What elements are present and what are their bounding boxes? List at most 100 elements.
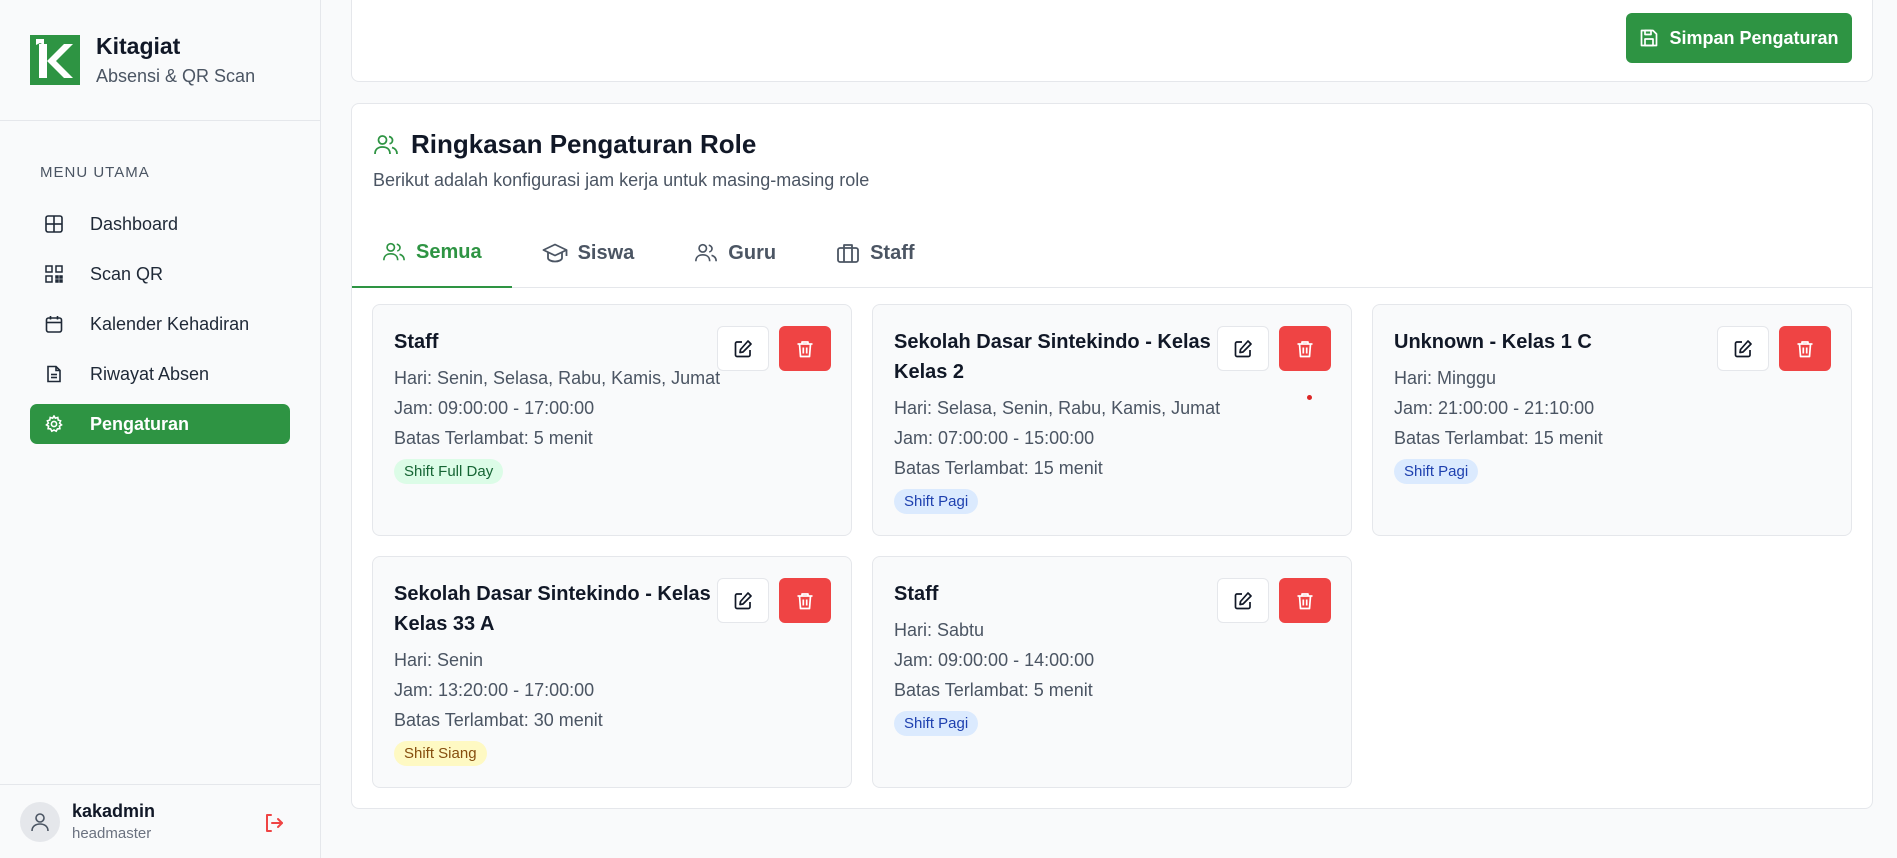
role-title: Sekolah Dasar Sintekindo - Kelas Kelas 2 [894, 331, 1211, 383]
trash-icon [1297, 340, 1313, 357]
sidebar-item-riwayat[interactable]: Riwayat Absen [30, 354, 290, 394]
role-late-limit: Batas Terlambat: 5 menit [394, 428, 593, 448]
role-card: Staff Hari: Sabtu Jam: 09:00:00 - 14:00:… [872, 556, 1352, 788]
shift-badge: Shift Siang [394, 741, 487, 766]
role-hours: Jam: 13:20:00 - 17:00:00 [394, 680, 595, 700]
delete-button[interactable] [1779, 326, 1831, 371]
edit-icon [1234, 591, 1252, 609]
edit-button[interactable] [1217, 578, 1269, 623]
role-hours: Jam: 07:00:00 - 15:00:00 [894, 428, 1095, 448]
document-icon [44, 364, 64, 384]
sidebar-item-pengaturan[interactable]: Pengaturan [30, 404, 290, 444]
sidebar-menu: Dashboard Scan QR Kalender Kehadiran Riw… [30, 204, 290, 454]
tab-siswa[interactable]: Siswa [512, 218, 665, 288]
indicator-dot [1307, 395, 1312, 400]
users-icon [695, 243, 718, 262]
role-days: Hari: Senin [394, 650, 484, 670]
sidebar-item-dashboard[interactable]: Dashboard [30, 204, 290, 244]
brand-subtitle: Absensi & QR Scan [96, 66, 256, 86]
gear-icon [44, 414, 64, 434]
role-hours: Jam: 09:00:00 - 17:00:00 [394, 398, 595, 418]
save-settings-button[interactable]: Simpan Pengaturan [1626, 13, 1852, 63]
sidebar: Kitagiat Absensi & QR Scan MENU UTAMA Da… [0, 0, 321, 858]
role-card: Staff Hari: Senin, Selasa, Rabu, Kamis, … [372, 304, 852, 536]
user-icon [31, 812, 49, 831]
edit-button[interactable] [1717, 326, 1769, 371]
role-details: Hari: Senin, Selasa, Rabu, Kamis, Jumat … [394, 363, 720, 484]
role-hours: Jam: 21:00:00 - 21:10:00 [1394, 398, 1595, 418]
users-icon [383, 242, 405, 261]
role-details: Hari: Minggu Jam: 21:00:00 - 21:10:00 Ba… [1394, 363, 1603, 484]
role-late-limit: Batas Terlambat: 30 menit [394, 710, 603, 730]
delete-button[interactable] [779, 326, 831, 371]
sidebar-item-label: Dashboard [90, 213, 179, 234]
role-hours: Jam: 09:00:00 - 14:00:00 [894, 650, 1095, 670]
calendar-icon [44, 314, 64, 334]
delete-button[interactable] [1279, 326, 1331, 371]
trash-icon [1297, 592, 1313, 609]
brand-logo-icon [30, 35, 80, 85]
brand-name: Kitagiat [96, 33, 181, 59]
user-name: kakadmin [72, 801, 156, 821]
tab-label: Staff [870, 241, 915, 264]
role-days: Hari: Selasa, Senin, Rabu, Kamis, Jumat [894, 398, 1221, 418]
role-days: Hari: Sabtu [894, 620, 985, 640]
role-title: Sekolah Dasar Sintekindo - Kelas Kelas 3… [394, 583, 711, 635]
role-details: Hari: Sabtu Jam: 09:00:00 - 14:00:00 Bat… [894, 615, 1094, 736]
tab-label: Siswa [577, 241, 635, 264]
sidebar-item-kalender[interactable]: Kalender Kehadiran [30, 304, 290, 344]
shift-badge: Shift Pagi [1394, 459, 1479, 484]
sidebar-item-label: Pengaturan [90, 413, 190, 434]
edit-icon [734, 591, 752, 609]
tab-label: Guru [728, 241, 777, 264]
tab-staff[interactable]: Staff [806, 218, 944, 288]
trash-icon [797, 340, 813, 357]
sidebar-item-label: Kalender Kehadiran [90, 313, 250, 334]
role-late-limit: Batas Terlambat: 15 menit [1394, 428, 1603, 448]
card-header: Ringkasan Pengaturan Role [373, 129, 756, 160]
role-late-limit: Batas Terlambat: 15 menit [894, 458, 1103, 478]
delete-button[interactable] [779, 578, 831, 623]
role-title: Staff [394, 331, 439, 353]
tab-label: Semua [416, 240, 482, 263]
edit-button[interactable] [717, 578, 769, 623]
settings-toolbar-card: Simpan Pengaturan [351, 0, 1873, 82]
role-late-limit: Batas Terlambat: 5 menit [894, 680, 1093, 700]
shift-badge: Shift Full Day [394, 459, 504, 484]
card-description: Berikut adalah konfigurasi jam kerja unt… [373, 170, 870, 190]
edit-icon [734, 339, 752, 357]
role-title: Unknown - Kelas 1 C [1394, 331, 1592, 353]
role-card: Sekolah Dasar Sintekindo - Kelas Kelas 3… [372, 556, 852, 788]
avatar[interactable] [20, 801, 60, 842]
edit-icon [1734, 339, 1752, 357]
edit-icon [1234, 339, 1252, 357]
briefcase-icon [837, 244, 859, 263]
user-panel: kakadmin headmaster [0, 784, 321, 858]
trash-icon [797, 592, 813, 609]
role-summary-card: Ringkasan Pengaturan Role Berikut adalah… [351, 103, 1873, 809]
shift-badge: Shift Pagi [894, 489, 979, 514]
tab-semua[interactable]: Semua [352, 218, 512, 288]
role-details: Hari: Senin Jam: 13:20:00 - 17:00:00 Bat… [394, 645, 603, 766]
user-role: headmaster [72, 825, 152, 842]
edit-button[interactable] [717, 326, 769, 371]
role-title: Staff [894, 583, 939, 605]
role-card: Unknown - Kelas 1 C Hari: Minggu Jam: 21… [1372, 304, 1852, 536]
delete-button[interactable] [1279, 578, 1331, 623]
qr-icon [44, 264, 64, 284]
tab-guru[interactable]: Guru [664, 218, 806, 288]
save-icon [1641, 29, 1658, 47]
card-title: Ringkasan Pengaturan Role [411, 129, 757, 159]
trash-icon [1797, 340, 1813, 357]
edit-button[interactable] [1217, 326, 1269, 371]
role-days: Hari: Senin, Selasa, Rabu, Kamis, Jumat [394, 368, 721, 388]
role-days: Hari: Minggu [1394, 368, 1497, 388]
save-button-label: Simpan Pengaturan [1669, 27, 1839, 48]
grid-icon [44, 214, 64, 234]
role-card: Sekolah Dasar Sintekindo - Kelas Kelas 2… [872, 304, 1352, 536]
sidebar-item-scan-qr[interactable]: Scan QR [30, 254, 290, 294]
role-tabs: Semua Siswa Guru Staff [352, 218, 1872, 288]
logout-icon[interactable] [262, 811, 286, 835]
sidebar-item-label: Scan QR [90, 263, 164, 284]
menu-section-label: MENU UTAMA [40, 164, 150, 181]
